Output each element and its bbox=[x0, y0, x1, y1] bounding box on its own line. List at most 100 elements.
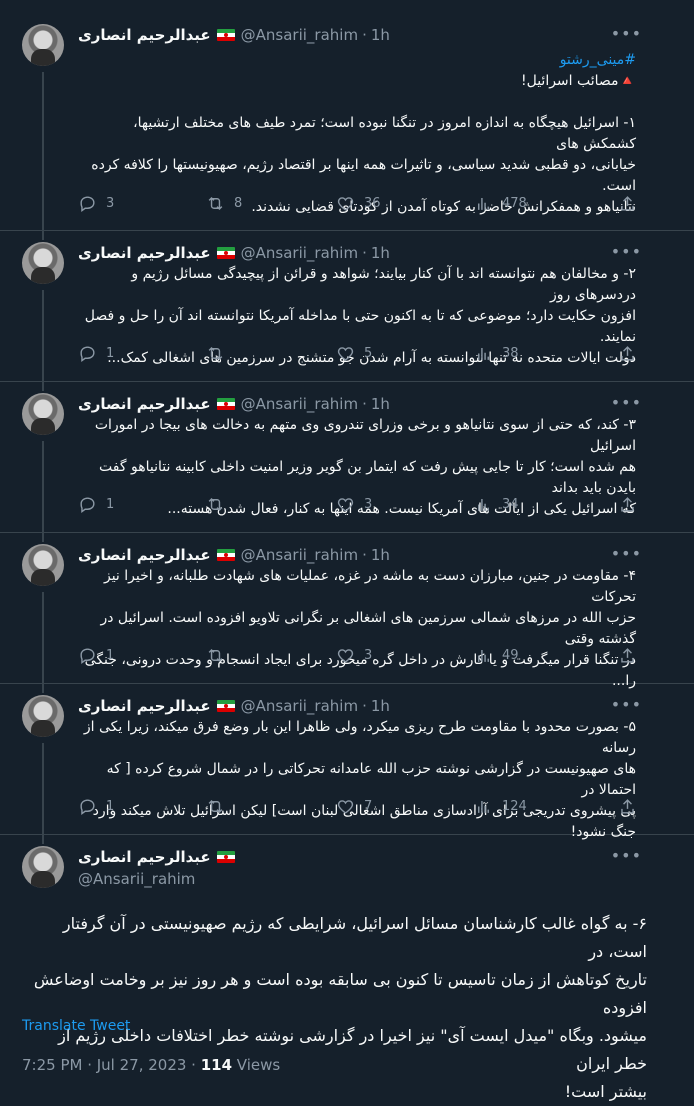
retweet-button[interactable] bbox=[206, 646, 234, 665]
views-button[interactable]: 34 bbox=[474, 495, 519, 514]
like-count: 5 bbox=[364, 346, 373, 361]
views-button[interactable]: 478 bbox=[474, 194, 527, 213]
author-name[interactable]: عبدالرحیم انصاری bbox=[78, 244, 211, 262]
tweet-5[interactable]: عبدالرحیم انصاری @Ansarii_rahim · 1h •••… bbox=[0, 683, 694, 840]
tweet-time[interactable]: 1h bbox=[371, 697, 390, 715]
retweet-button[interactable] bbox=[206, 344, 234, 363]
heart-icon bbox=[337, 347, 354, 361]
avatar[interactable] bbox=[22, 695, 64, 737]
retweet-button[interactable] bbox=[206, 495, 234, 514]
separator-dot: · bbox=[362, 697, 367, 715]
iran-flag-icon bbox=[216, 398, 235, 410]
tweet-2[interactable]: عبدالرحیم انصاری @Ansarii_rahim · 1h •••… bbox=[0, 230, 694, 382]
author-handle[interactable]: @Ansarii_rahim bbox=[241, 546, 358, 564]
like-count: 7 bbox=[364, 799, 373, 814]
author-name[interactable]: عبدالرحیم انصاری bbox=[78, 26, 211, 44]
heart-icon bbox=[337, 800, 354, 814]
reply-count: 3 bbox=[106, 196, 115, 211]
avatar[interactable] bbox=[22, 393, 64, 435]
tweet-1[interactable]: عبدالرحیم انصاری @Ansarii_rahim · 1h •••… bbox=[0, 0, 694, 231]
thread-line bbox=[42, 72, 44, 230]
author-handle[interactable]: @Ansarii_rahim bbox=[78, 868, 241, 890]
retweet-button[interactable] bbox=[206, 797, 234, 816]
iran-flag-icon bbox=[216, 29, 235, 41]
reply-icon bbox=[80, 346, 95, 363]
author-name[interactable]: عبدالرحیم انصاری bbox=[78, 848, 211, 866]
tweet-line: 🔺مصائب اسرائیل! bbox=[520, 73, 636, 89]
more-options-icon[interactable]: ••• bbox=[611, 393, 642, 412]
author-name[interactable]: عبدالرحیم انصاری bbox=[78, 395, 211, 413]
thread-line bbox=[42, 532, 44, 542]
analytics-icon bbox=[478, 498, 489, 511]
author-handle[interactable]: @Ansarii_rahim bbox=[241, 244, 358, 262]
share-button[interactable] bbox=[618, 495, 637, 514]
thread-line bbox=[42, 592, 44, 683]
tweet-time[interactable]: 1h bbox=[371, 244, 390, 262]
like-button[interactable]: 36 bbox=[336, 194, 381, 213]
share-button[interactable] bbox=[618, 194, 637, 213]
views-label: Views bbox=[232, 1056, 281, 1074]
author-handle[interactable]: @Ansarii_rahim bbox=[241, 26, 358, 44]
reply-icon bbox=[80, 196, 95, 213]
more-options-icon[interactable]: ••• bbox=[611, 24, 642, 43]
author-handle[interactable]: @Ansarii_rahim bbox=[241, 395, 358, 413]
reply-button[interactable]: 1 bbox=[78, 797, 114, 816]
tweet-time[interactable]: 1h bbox=[371, 26, 390, 44]
thread-line bbox=[42, 230, 44, 240]
tweet-time[interactable]: 1h bbox=[371, 395, 390, 413]
reply-count: 1 bbox=[106, 799, 115, 814]
views-button[interactable]: 124 bbox=[474, 797, 527, 816]
reply-button[interactable]: 1 bbox=[78, 646, 114, 665]
retweet-icon bbox=[208, 799, 223, 814]
avatar[interactable] bbox=[22, 544, 64, 586]
tweet-header: عبدالرحیم انصاری @Ansarii_rahim · 1h bbox=[78, 695, 390, 717]
share-button[interactable] bbox=[618, 797, 637, 816]
tweet-timestamp[interactable]: 7:25 PM · Jul 27, 2023 · bbox=[22, 1056, 201, 1074]
views-count: 34 bbox=[502, 497, 519, 512]
tweet-line: ۴- مقاومت در جنین، مبارزان دست به ماشه د… bbox=[103, 568, 636, 605]
author-handle[interactable]: @Ansarii_rahim bbox=[241, 697, 358, 715]
like-button[interactable]: 3 bbox=[336, 495, 372, 514]
retweet-button[interactable]: 8 bbox=[206, 194, 242, 213]
like-button[interactable]: 3 bbox=[336, 646, 372, 665]
tweet-time[interactable]: 1h bbox=[371, 546, 390, 564]
tweet-actions: 1 7 124 bbox=[78, 797, 648, 821]
like-button[interactable]: 7 bbox=[336, 797, 372, 816]
views-button[interactable]: 38 bbox=[474, 344, 519, 363]
tweet-line: افزون حکایت دارد؛ موضوعی که تا به اکنون … bbox=[84, 308, 636, 345]
main-tweet-text: ۶- به گواه غالب کارشناسان مسائل اسرائیل،… bbox=[22, 910, 647, 1106]
analytics-icon bbox=[478, 800, 489, 813]
tweet-line: ۶- به گواه غالب کارشناسان مسائل اسرائیل،… bbox=[62, 914, 647, 961]
iran-flag-icon bbox=[216, 549, 235, 561]
hashtag-link[interactable]: #مینی_رشتو bbox=[78, 50, 636, 71]
tweet-line: هم شده است؛ کار تا جایی پیش رفت که ایتما… bbox=[99, 459, 636, 496]
tweet-4[interactable]: عبدالرحیم انصاری @Ansarii_rahim · 1h •••… bbox=[0, 532, 694, 689]
reply-icon bbox=[80, 799, 95, 816]
more-options-icon[interactable]: ••• bbox=[611, 242, 642, 261]
views-button[interactable]: 49 bbox=[474, 646, 519, 665]
author-name[interactable]: عبدالرحیم انصاری bbox=[78, 546, 211, 564]
thread-line bbox=[42, 290, 44, 381]
avatar[interactable] bbox=[22, 242, 64, 284]
analytics-icon bbox=[478, 649, 489, 662]
tweet-3[interactable]: عبدالرحیم انصاری @Ansarii_rahim · 1h •••… bbox=[0, 381, 694, 533]
share-button[interactable] bbox=[618, 646, 637, 665]
like-button[interactable]: 5 bbox=[336, 344, 372, 363]
heart-icon bbox=[337, 197, 354, 211]
share-button[interactable] bbox=[618, 344, 637, 363]
avatar[interactable] bbox=[22, 846, 64, 888]
more-options-icon[interactable]: ••• bbox=[611, 695, 642, 714]
more-options-icon[interactable]: ••• bbox=[611, 846, 642, 865]
reply-button[interactable]: 3 bbox=[78, 194, 114, 213]
translate-tweet-link[interactable]: Translate Tweet bbox=[22, 1018, 130, 1034]
author-name[interactable]: عبدالرحیم انصاری bbox=[78, 697, 211, 715]
reply-count: 1 bbox=[106, 497, 115, 512]
tweet-line: ۲- و مخالفان هم نتوانسته اند با آن کنار … bbox=[131, 266, 636, 303]
share-icon bbox=[621, 497, 634, 512]
more-options-icon[interactable]: ••• bbox=[611, 544, 642, 563]
tweet-line: ۵- بصورت محدود با مقاومت طرح ریزی میکرد،… bbox=[83, 719, 636, 756]
reply-button[interactable]: 1 bbox=[78, 495, 114, 514]
thread-line bbox=[42, 683, 44, 693]
reply-button[interactable]: 1 bbox=[78, 344, 114, 363]
avatar[interactable] bbox=[22, 24, 64, 66]
